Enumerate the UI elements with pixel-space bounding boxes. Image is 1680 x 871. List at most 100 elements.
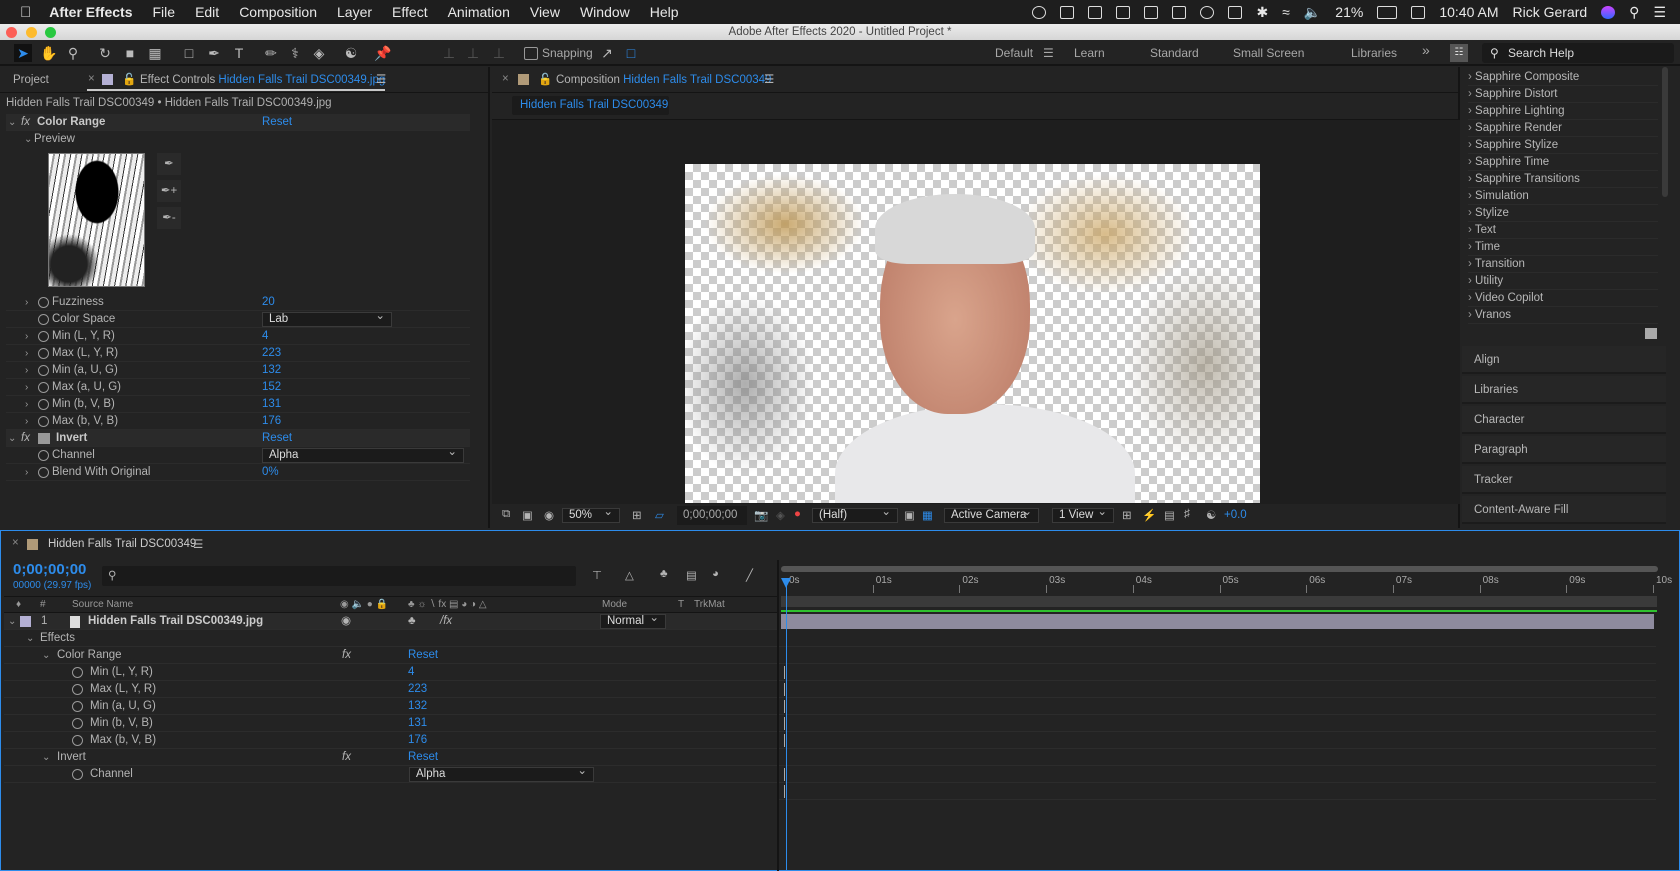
param-color-space[interactable]: Color Space Lab [6,310,470,328]
column-number[interactable]: # [40,597,46,613]
collapsed-panel[interactable]: Tracker [1462,466,1666,494]
chevron-right-icon[interactable]: › [1468,224,1472,236]
rotate-tool-icon[interactable]: ↻ [96,44,114,62]
resolution-dropdown[interactable]: (Half) [812,506,898,523]
param-value[interactable]: 0% [262,464,279,481]
user-name[interactable]: Rick Gerard [1512,4,1587,20]
chevron-right-icon[interactable]: › [25,413,28,430]
stopwatch-icon[interactable] [38,382,49,393]
stopwatch-icon[interactable] [38,450,49,461]
stopwatch-icon[interactable] [38,467,49,478]
apple-icon[interactable]:  [20,4,31,21]
chevron-right-icon[interactable]: › [25,379,28,396]
effects-group-row[interactable]: ⌄ Effects [4,630,777,647]
notification-center-icon[interactable]: ☰ [1653,4,1666,21]
camera-dropdown[interactable]: Active Camera [944,506,1039,523]
battery-monitor-icon[interactable] [1116,5,1131,19]
timeline-track[interactable] [779,783,1656,800]
timeline-search-input[interactable]: ⚲ [102,566,576,586]
effect-category[interactable]: › Utility [1468,273,1658,290]
blend-mode-dropdown[interactable]: Normal [600,612,666,629]
panel-menu-icon[interactable]: ☰ [764,72,774,86]
rectangle-tool-icon[interactable]: □ [180,44,198,62]
battery-percent[interactable]: 21% [1335,4,1363,20]
collapsed-panel[interactable]: Paragraph [1462,436,1666,464]
shy-layers-icon[interactable]: ♣ [660,568,668,580]
hand-tool-icon[interactable]: ✋ [40,44,58,62]
fx-icon[interactable]: fx [21,430,30,447]
chevron-right-icon[interactable]: › [1468,173,1472,185]
param-value[interactable]: 132 [262,362,281,379]
param-max-aug[interactable]: › Max (a, U, G) 152 [6,379,470,396]
stopwatch-icon[interactable] [72,718,83,729]
chevron-right-icon[interactable]: › [1468,71,1472,83]
current-time-indicator[interactable] [786,578,787,871]
monitor-icon[interactable]: ▣ [522,508,533,522]
current-time-display[interactable]: 0;00;00;00 [677,506,747,525]
zoom-window-button[interactable] [45,27,56,38]
tl-param-row[interactable]: Min (a, U, G) 132 [4,698,777,715]
chevron-right-icon[interactable]: › [1468,105,1472,117]
bluetooth-icon[interactable]: ✱ [1256,4,1268,21]
menu-file[interactable]: File [153,4,176,20]
chevron-down-icon[interactable]: ⌄ [8,114,16,131]
param-value[interactable]: 132 [408,698,427,715]
effect-category[interactable]: › Sapphire Time [1468,154,1658,171]
magnification-dropdown[interactable]: 50% [562,506,620,523]
istat-icon[interactable] [1144,5,1159,19]
timeline-icon[interactable]: ▤ [1164,508,1175,522]
menu-app[interactable]: After Effects [49,4,132,20]
param-max-bvb[interactable]: › Max (b, V, B) 176 [6,413,470,430]
panel-menu-icon[interactable]: ☰ [193,537,203,551]
pan-behind-tool-icon[interactable]: ▦ [146,44,164,62]
workspace-menu-icon[interactable]: ☰ [1043,46,1054,60]
fx-icon[interactable]: fx [21,114,30,131]
type-tool-icon[interactable]: T [230,44,248,62]
comp-viewer[interactable] [492,119,1460,504]
channel-dropdown[interactable]: Alpha [262,446,464,463]
timeline-track[interactable] [779,698,1656,715]
column-mode[interactable]: Mode [602,597,627,613]
timeline-track[interactable] [779,732,1656,749]
eraser-tool-icon[interactable]: ◈ [310,44,328,62]
snapping-checkbox[interactable] [524,47,538,60]
menu-animation[interactable]: Animation [448,4,510,20]
roto-brush-tool-icon[interactable]: ☯ [342,44,360,62]
exposure-value[interactable]: +0.0 [1224,509,1247,521]
eyedropper-subtract-icon[interactable]: ✒- [157,207,181,229]
chevron-right-icon[interactable]: › [25,362,28,379]
new-folder-icon[interactable] [1645,328,1657,339]
puppet-pin-tool-icon[interactable]: 📌 [374,44,392,62]
comp-flowchart-tab[interactable]: Hidden Falls Trail DSC00349 [512,96,669,115]
collapsed-panel[interactable]: Content-Aware Fill [1462,496,1666,524]
layer-name[interactable]: Hidden Falls Trail DSC00349.jpg [88,613,263,630]
menu-effect[interactable]: Effect [392,4,428,20]
param-min-bvb[interactable]: › Min (b, V, B) 131 [6,396,470,413]
menu-composition[interactable]: Composition [239,4,317,20]
chevron-right-icon[interactable]: › [1468,241,1472,253]
chevron-right-icon[interactable]: › [1468,190,1472,202]
camera-tool-icon[interactable]: ■ [121,44,139,62]
effect-category[interactable]: › Stylize [1468,205,1658,222]
fx-icon[interactable]: fx [342,647,351,664]
timeline-track[interactable] [779,630,1656,647]
effect-category[interactable]: › Simulation [1468,188,1658,205]
tl-param-row[interactable]: Max (L, Y, R) 223 [4,681,777,698]
column-trkmat[interactable]: TrkMat [694,597,725,613]
search-help-input[interactable]: ⚲ Search Help [1482,43,1674,63]
tl-param-row[interactable]: Max (b, V, B) 176 [4,732,777,749]
effect-category[interactable]: › Sapphire Composite [1468,69,1658,86]
draft-3d-icon[interactable]: △ [625,568,634,582]
effect-category[interactable]: › Video Copilot [1468,290,1658,307]
brush-tool-icon[interactable]: ✏ [262,44,280,62]
param-value[interactable]: 176 [408,732,427,749]
snapshot-icon[interactable]: 📷 [754,508,768,522]
tl-channel-row[interactable]: Channel Alpha [4,765,777,783]
effect-invert-row[interactable]: ⌄ fx Invert Reset [6,430,470,447]
effect-color-range-row[interactable]: ⌄ fx Color Range Reset [6,114,470,131]
volume-icon[interactable]: 🔈 [1304,4,1321,21]
chevron-down-icon[interactable]: ⌄ [26,630,34,647]
channel-icon[interactable]: ● [794,508,801,520]
effect-category[interactable]: › Sapphire Distort [1468,86,1658,103]
reset-button[interactable]: Reset [262,114,292,131]
